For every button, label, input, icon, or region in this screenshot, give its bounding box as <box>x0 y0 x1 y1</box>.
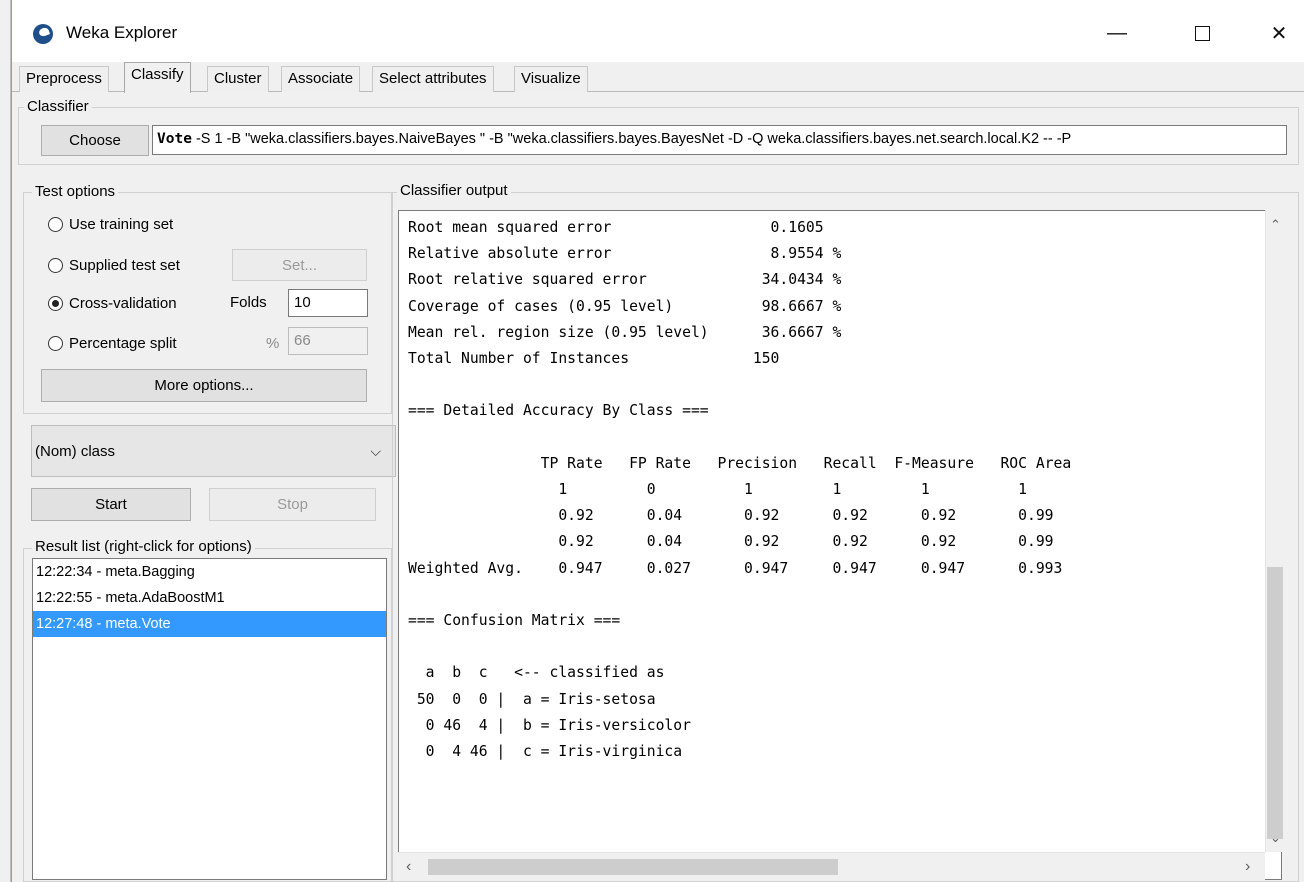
close-button[interactable]: ✕ <box>1256 14 1302 52</box>
classifier-name: Vote <box>157 131 192 147</box>
set-button[interactable]: Set... <box>232 249 367 281</box>
folds-label: Folds <box>230 294 267 311</box>
tab-preprocess[interactable]: Preprocess <box>19 66 109 92</box>
classifier-group-label: Classifier <box>24 98 92 115</box>
supplied-test-set-radio[interactable] <box>48 257 63 273</box>
test-options-label: Test options <box>32 183 119 200</box>
supplied-test-set-option[interactable]: Supplied test set <box>48 253 180 277</box>
close-icon: ✕ <box>1270 22 1288 45</box>
more-options-button[interactable]: More options... <box>41 369 367 402</box>
maximize-icon <box>1194 25 1210 41</box>
tab-cluster[interactable]: Cluster <box>207 66 269 92</box>
tab-classify[interactable]: Classify <box>124 62 191 93</box>
chevron-down-icon: ⌵ <box>370 443 381 459</box>
horizontal-scrollbar[interactable]: ‹ › <box>398 852 1265 880</box>
folds-input[interactable]: 10 <box>288 289 368 317</box>
start-button[interactable]: Start <box>31 488 191 521</box>
classifier-options: -S 1 -B "weka.classifiers.bayes.NaiveBay… <box>191 131 1072 147</box>
class-attribute-value: (Nom) class <box>35 443 116 460</box>
percentage-split-label: Percentage split <box>69 334 177 352</box>
tab-select-attributes[interactable]: Select attributes <box>372 66 494 92</box>
class-attribute-select[interactable]: (Nom) class ⌵ <box>31 425 396 477</box>
choose-button[interactable]: Choose <box>41 125 149 156</box>
stop-button[interactable]: Stop <box>209 488 376 521</box>
output-lines: Root mean squared error 0.1605 Relative … <box>408 219 1072 761</box>
tab-bar: Preprocess Classify Cluster Associate Se… <box>12 62 1304 93</box>
tab-associate[interactable]: Associate <box>281 66 361 92</box>
use-training-set-label: Use training set <box>69 215 174 233</box>
use-training-set-radio[interactable] <box>48 216 63 232</box>
maximize-button[interactable] <box>1179 14 1225 52</box>
cross-validation-radio[interactable] <box>48 295 63 311</box>
classifier-config-field[interactable]: Vote -S 1 -B "weka.classifiers.bayes.Nai… <box>152 125 1287 155</box>
scroll-right-icon[interactable]: › <box>1245 858 1250 876</box>
horizontal-scroll-thumb[interactable] <box>428 859 838 875</box>
minimize-button[interactable]: — <box>1094 14 1140 52</box>
scroll-down-icon[interactable]: ⌄ <box>1270 830 1281 846</box>
vertical-scroll-thumb[interactable] <box>1267 567 1283 839</box>
percent-label: % <box>266 335 280 352</box>
tab-visualize[interactable]: Visualize <box>514 66 588 92</box>
desktop-edge <box>0 0 11 882</box>
classifier-output-label: Classifier output <box>397 182 511 199</box>
result-item-bagging[interactable]: 12:22:34 - meta.Bagging <box>33 559 386 585</box>
result-list[interactable]: 12:22:34 - meta.Bagging 12:22:55 - meta.… <box>32 558 387 880</box>
cross-validation-label: Cross-validation <box>69 294 177 312</box>
result-item-vote[interactable]: 12:27:48 - meta.Vote <box>33 611 386 637</box>
percent-input[interactable]: 66 <box>288 327 368 355</box>
result-item-adaboost[interactable]: 12:22:55 - meta.AdaBoostM1 <box>33 585 386 611</box>
supplied-test-set-label: Supplied test set <box>69 256 180 274</box>
window-title: Weka Explorer <box>66 23 178 42</box>
title-bar: Weka Explorer — ✕ <box>12 0 1304 62</box>
scroll-left-icon[interactable]: ‹ <box>406 858 411 876</box>
percentage-split-option[interactable]: Percentage split <box>48 331 177 355</box>
weka-logo-icon <box>33 24 53 44</box>
result-list-label: Result list (right-click for options) <box>32 538 255 555</box>
classifier-output-text[interactable]: Root mean squared error 0.1605 Relative … <box>398 210 1282 880</box>
weka-explorer-window: Weka Explorer — ✕ Preprocess Classify Cl… <box>11 0 1304 882</box>
vertical-scrollbar[interactable]: ⌃ ⌄ <box>1265 210 1283 852</box>
cross-validation-option[interactable]: Cross-validation <box>48 291 177 315</box>
scroll-up-icon[interactable]: ⌃ <box>1270 217 1281 233</box>
use-training-set-option[interactable]: Use training set <box>48 212 173 236</box>
minimize-icon: — <box>1107 21 1127 44</box>
percentage-split-radio[interactable] <box>48 335 63 351</box>
